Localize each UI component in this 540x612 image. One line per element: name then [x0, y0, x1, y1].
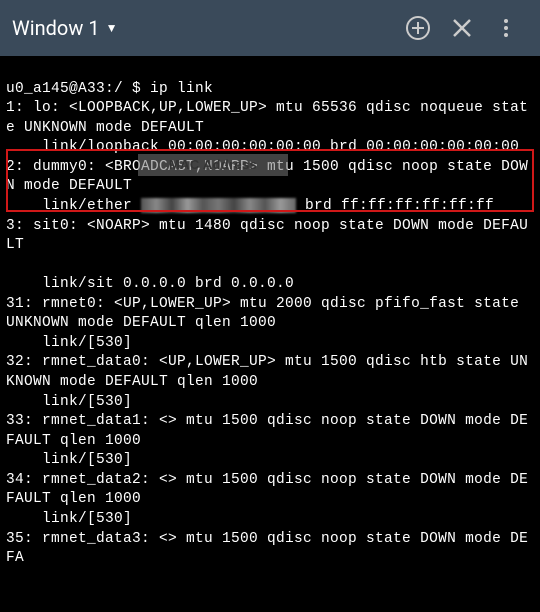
plus-circle-icon — [405, 15, 431, 41]
output-line: link/sit 0.0.0.0 brd 0.0.0.0 — [6, 276, 294, 292]
output-line: link/[530] — [6, 394, 132, 410]
output-line: 32: rmnet_data0: <UP,LOWER_UP> mtu 1500 … — [6, 354, 528, 390]
output-line: 34: rmnet_data2: <> mtu 1500 qdisc noop … — [6, 472, 528, 508]
terminal-output[interactable]: u0_a145@A33:/ $ ip link 1: lo: <LOOPBACK… — [0, 56, 540, 612]
close-icon — [450, 16, 474, 40]
output-line: link/[530] — [6, 511, 132, 527]
shell-command: ip link — [150, 81, 213, 97]
more-vert-icon — [496, 18, 516, 38]
redacted-mac — [141, 198, 296, 213]
menu-button[interactable] — [484, 6, 528, 50]
output-line: link/ether — [6, 198, 141, 214]
output-line: link/loopback 00:00:00:00:00:00 brd 00:0… — [6, 139, 519, 155]
add-tab-button[interactable] — [396, 6, 440, 50]
output-line: 31: rmnet0: <UP,LOWER_UP> mtu 2000 qdisc… — [6, 296, 528, 332]
output-line: 1: lo: <LOOPBACK,UP,LOWER_UP> mtu 65536 … — [6, 100, 528, 136]
output-line: 3: sit0: <NOARP> mtu 1480 qdisc noop sta… — [6, 218, 528, 254]
dropdown-icon: ▼ — [106, 21, 118, 35]
output-line: link/[530] — [6, 452, 132, 468]
output-line: 2: dummy0: <BROADCAST,NOARP> mtu 1500 qd… — [6, 159, 528, 195]
output-line: brd ff:ff:ff:ff:ff:ff — [296, 198, 494, 214]
output-line: 33: rmnet_data1: <> mtu 1500 qdisc noop … — [6, 413, 528, 449]
window-title-text: Window 1 — [12, 16, 100, 40]
app-header: Window 1 ▼ — [0, 0, 540, 56]
output-line: link/[530] — [6, 335, 132, 351]
close-button[interactable] — [440, 6, 484, 50]
output-line: 35: rmnet_data3: <> mtu 1500 qdisc noop … — [6, 531, 528, 567]
shell-prompt: u0_a145@A33:/ $ — [6, 81, 150, 97]
window-selector[interactable]: Window 1 ▼ — [12, 16, 117, 40]
